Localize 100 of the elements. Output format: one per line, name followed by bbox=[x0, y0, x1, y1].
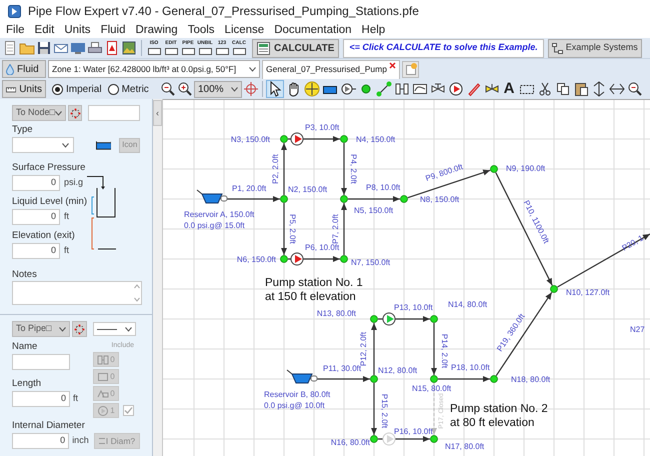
target-icon bbox=[70, 108, 81, 118]
pump-outline-icon[interactable] bbox=[340, 81, 356, 97]
node-name-field[interactable] bbox=[88, 105, 140, 121]
selector-dropdown[interactable]: To Pipe□ bbox=[12, 321, 70, 337]
node-label: N2, 150.0ft bbox=[288, 185, 328, 194]
node-dot bbox=[400, 195, 408, 203]
flip-horizontal-icon[interactable] bbox=[608, 81, 624, 97]
radio-option[interactable]: Metric bbox=[108, 82, 149, 96]
example-systems-button[interactable]: Example Systems bbox=[548, 38, 642, 58]
scissors-icon[interactable] bbox=[536, 81, 552, 97]
menu-item[interactable]: Help bbox=[356, 22, 390, 38]
field-label: Type bbox=[12, 124, 34, 136]
caret-icon bbox=[59, 326, 66, 332]
caret-icon bbox=[249, 66, 256, 72]
menu-item[interactable]: Edit bbox=[30, 22, 60, 38]
save-icon[interactable] bbox=[36, 40, 52, 56]
menu-item[interactable]: Documentation bbox=[269, 22, 357, 38]
zoom-in-icon[interactable] bbox=[177, 81, 193, 97]
zoom-out-icon[interactable] bbox=[160, 81, 176, 97]
unit-label: ft bbox=[64, 210, 70, 224]
zoom-dropdown[interactable]: 100% bbox=[194, 80, 242, 98]
input-field[interactable]: 0 bbox=[12, 175, 60, 191]
file-tab[interactable]: General_07_Pressurised_Pump bbox=[262, 60, 400, 78]
locate-button[interactable] bbox=[68, 105, 82, 121]
reservoir-symbol bbox=[286, 370, 318, 384]
locate-button[interactable] bbox=[72, 321, 87, 337]
menu-item[interactable]: Units bbox=[59, 22, 96, 38]
node-dot bbox=[490, 375, 498, 383]
node-label: N27 bbox=[630, 325, 645, 334]
menu-item[interactable]: Fluid bbox=[96, 22, 130, 38]
node-label: N3, 150.0ft bbox=[230, 135, 270, 144]
monitor-icon[interactable] bbox=[70, 40, 86, 56]
input-field[interactable]: 0 bbox=[12, 433, 70, 449]
target-icon bbox=[74, 324, 85, 334]
printer-icon[interactable] bbox=[87, 40, 103, 56]
pump-symbol bbox=[290, 132, 304, 146]
input-field[interactable]: 0 bbox=[12, 391, 70, 407]
node-label: N8, 150.0ft bbox=[420, 195, 460, 204]
menu-item[interactable]: File bbox=[1, 22, 30, 38]
input-field[interactable]: 0 bbox=[12, 243, 60, 259]
menu-item[interactable]: Tools bbox=[182, 22, 220, 38]
calculate-button[interactable]: CALCULATE bbox=[252, 38, 340, 58]
collapse-button[interactable]: ‹ bbox=[153, 100, 162, 126]
target-icon[interactable] bbox=[243, 81, 259, 97]
picture-icon[interactable] bbox=[121, 40, 137, 56]
reservoir-label: Reservoir B, 80.0ft 0.0 psi.g@ 10.0ft bbox=[264, 390, 330, 410]
line-style-dropdown[interactable] bbox=[93, 322, 136, 336]
network-icon bbox=[552, 42, 563, 54]
pointer-tool-button[interactable] bbox=[266, 80, 284, 98]
pen-icon[interactable] bbox=[466, 81, 482, 97]
pump-symbol bbox=[382, 432, 396, 446]
radio-option[interactable]: Imperial bbox=[52, 82, 102, 96]
pdf-icon[interactable] bbox=[104, 40, 120, 56]
zoom-area-icon[interactable] bbox=[626, 81, 642, 97]
pump-icon[interactable] bbox=[448, 81, 464, 97]
caret-icon bbox=[62, 142, 69, 148]
node-dot bbox=[550, 285, 558, 293]
include-checkbox[interactable] bbox=[123, 405, 134, 416]
text-tool[interactable]: A bbox=[501, 81, 517, 97]
menu-item[interactable]: License bbox=[220, 22, 270, 38]
input-field[interactable] bbox=[12, 354, 70, 370]
node-label: N18, 80.0ft bbox=[511, 375, 550, 384]
fitting-icon bbox=[97, 354, 110, 366]
unit-label: ft bbox=[73, 392, 78, 406]
window-title: Pipe Flow Expert v7.40 - General_07_Pressurised_Pumping_Stations.pfe bbox=[28, 3, 419, 20]
menu-item[interactable]: Drawing bbox=[130, 22, 183, 38]
fluid-button[interactable]: Fluid bbox=[2, 60, 46, 78]
units-button[interactable]: Units bbox=[2, 80, 46, 98]
node-label: N10, 127.0ft bbox=[566, 288, 610, 297]
pipe-label: P16, 10.0ft bbox=[394, 427, 433, 436]
caret-icon bbox=[125, 326, 132, 332]
paste-icon[interactable] bbox=[572, 81, 588, 97]
app-icon bbox=[8, 4, 21, 18]
move-icon[interactable] bbox=[304, 81, 320, 97]
valve-icon bbox=[97, 388, 110, 400]
close-icon[interactable] bbox=[388, 62, 396, 68]
node-label: N9, 190.0ft bbox=[506, 164, 546, 173]
node-dot bbox=[430, 315, 438, 323]
pipe-label: P6, 10.0ft bbox=[305, 243, 340, 252]
pipe-icon[interactable] bbox=[376, 81, 392, 97]
copy-icon[interactable] bbox=[554, 81, 570, 97]
pipe-label: P9, 800.0ft bbox=[424, 162, 464, 183]
zone-dropdown[interactable]: Zone 1: Water [62.428000 lb/ft³ at 0.0psi.g, 50°F] bbox=[48, 60, 260, 78]
field-label: Name bbox=[12, 341, 38, 353]
field-label: Notes bbox=[12, 269, 38, 281]
pipe-label: P18, 10.0ft bbox=[451, 363, 490, 372]
notes-field[interactable] bbox=[12, 281, 142, 305]
tank-icon bbox=[96, 140, 112, 150]
selector-dropdown[interactable]: To Node□ bbox=[12, 105, 66, 121]
input-field[interactable]: 0 bbox=[12, 209, 60, 225]
pipe-label: P14, 2.0ft bbox=[440, 334, 449, 368]
fitting-icon[interactable] bbox=[394, 81, 410, 97]
node-label: N15, 80.0ft bbox=[412, 384, 452, 393]
node-label: N13, 80.0ft bbox=[316, 309, 356, 318]
node-label: N14, 80.0ft bbox=[448, 300, 488, 309]
pipe-label: P15, 2.0ft bbox=[380, 394, 389, 428]
new-file-icon[interactable] bbox=[2, 40, 18, 56]
node-dot bbox=[340, 195, 348, 203]
reservoir-label: Reservoir A, 150.0ft 0.0 psi.g@ 15.0ft bbox=[184, 210, 254, 230]
chart-icon[interactable] bbox=[412, 81, 428, 97]
